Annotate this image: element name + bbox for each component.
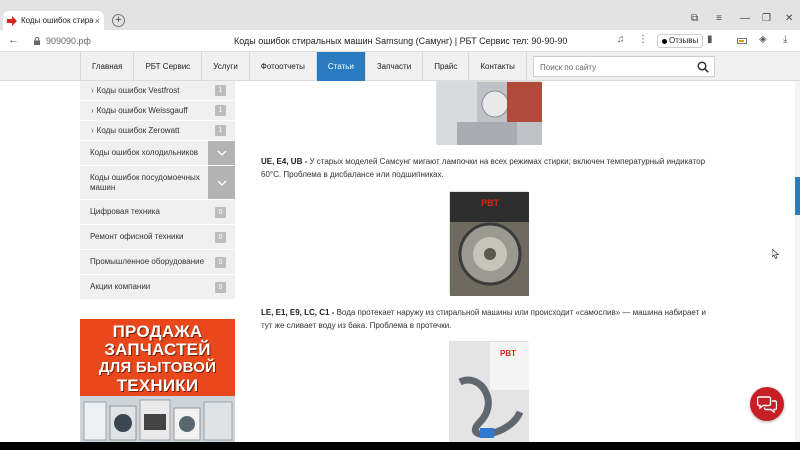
search-box: [533, 56, 715, 77]
favicon-icon: [7, 15, 17, 26]
mouse-cursor-icon: [772, 249, 779, 259]
banner-line: ДЛЯ БЫТОВОЙ: [98, 359, 217, 376]
sidebar-item-vestfrost[interactable]: Коды ошибок Vestfrost 1: [80, 81, 235, 101]
url-field[interactable]: 909090.рф: [46, 36, 91, 46]
count-badge: 0: [215, 206, 226, 218]
count-badge: 0: [215, 281, 226, 293]
parts-sale-banner[interactable]: ПРОДАЖА ЗАПЧАСТЕЙ ДЛЯ БЫТОВОЙ ТЕХНИКИ: [80, 319, 235, 442]
count-badge: 1: [215, 85, 226, 96]
site-navigation: Главная РБТ Сервис Услуги Фотоотчеты Ста…: [0, 52, 800, 81]
sidebar-item-label: Коды ошибок Zerowatt: [80, 126, 180, 135]
minimize-icon[interactable]: —: [740, 13, 750, 24]
nav-item-photo-reports[interactable]: Фотоотчеты: [248, 52, 316, 81]
page-scrollbar[interactable]: [795, 81, 800, 442]
chevron-down-icon: [217, 180, 226, 186]
headphones-icon[interactable]: ♫: [617, 34, 625, 45]
reviews-label: Отзывы: [669, 36, 699, 45]
banner-text: ПРОДАЖА ЗАПЧАСТЕЙ ДЛЯ БЫТОВОЙ ТЕХНИКИ: [80, 323, 235, 395]
sidebar-item-label: Коды ошибок Weissgauff: [80, 106, 188, 115]
svg-text:PBT: PBT: [481, 198, 500, 208]
nav-item-contacts[interactable]: Контакты: [468, 52, 527, 81]
tab-title: Коды ошибок стирал: [21, 16, 93, 25]
search-input[interactable]: [540, 60, 690, 74]
count-badge: 1: [215, 125, 226, 136]
back-icon[interactable]: ←: [8, 34, 19, 46]
tabs-overview-icon[interactable]: ⧉: [691, 13, 698, 24]
photo-drum-bearing-image: PBT: [450, 192, 529, 296]
nav-item-home[interactable]: Главная: [80, 52, 133, 81]
sidebar-item-label: Акции компании: [90, 282, 151, 291]
scrollbar-thumb[interactable]: [795, 177, 800, 215]
maximize-icon[interactable]: ❐: [762, 13, 771, 24]
sidebar-item-label: Промышленное оборудование: [90, 257, 205, 266]
sidebar: Коды ошибок Vestfrost 1 Коды ошибок Weis…: [80, 81, 235, 300]
sidebar-group-dishwashers[interactable]: Коды ошибок посудомоечных машин: [80, 166, 235, 200]
count-badge: 0: [215, 256, 226, 268]
nav-item-prices[interactable]: Прайс: [422, 52, 468, 81]
error-codes: UE, E4, UB -: [261, 157, 310, 166]
nav-item-rbt-service[interactable]: РБТ Сервис: [133, 52, 201, 81]
nav-item-parts[interactable]: Запчасти: [364, 52, 422, 81]
expand-toggle[interactable]: [208, 166, 235, 199]
battery-icon: [737, 38, 747, 44]
sidebar-item-promotions[interactable]: Акции компании 0: [80, 275, 235, 300]
sidebar-item-weissgauff[interactable]: Коды ошибок Weissgauff 1: [80, 101, 235, 121]
photo-drum-bearing: PBT: [449, 191, 529, 296]
extension-icon[interactable]: ◈: [759, 34, 767, 45]
nav-item-services[interactable]: Услуги: [201, 52, 249, 81]
sidebar-item-label: Коды ошибок посудомоечных машин: [90, 172, 200, 192]
page-title: Коды ошибок стиральных машин Samsung (Са…: [234, 36, 568, 46]
sidebar-item-digital[interactable]: Цифровая техника 0: [80, 200, 235, 225]
more-icon[interactable]: ⋮: [638, 34, 648, 45]
sidebar-item-industrial[interactable]: Промышленное оборудование 0: [80, 250, 235, 275]
sidebar-item-zerowatt[interactable]: Коды ошибок Zerowatt 1: [80, 121, 235, 141]
photo-drain-hose: PBT: [449, 341, 529, 442]
photo-washer-detail-image: [437, 82, 542, 145]
appliances-image: [80, 396, 235, 442]
reviews-dot-icon: [662, 38, 667, 44]
photo-drain-hose-image: PBT: [450, 342, 529, 442]
sidebar-item-label: Цифровая техника: [90, 207, 160, 216]
svg-text:PBT: PBT: [500, 349, 516, 358]
download-icon[interactable]: ⤓: [783, 34, 787, 45]
sidebar-item-label: Ремонт офисной техники: [90, 232, 184, 241]
nav-menu: Главная РБТ Сервис Услуги Фотоотчеты Ста…: [80, 52, 527, 81]
error-codes: LE, E1, E9, LC, C1 -: [261, 308, 337, 317]
sidebar-item-label: Коды ошибок холодильников: [90, 148, 199, 157]
tab-strip: Коды ошибок стирал × + ⧉ ≡ — ❐ ✕: [0, 0, 800, 30]
article-paragraph: LE, E1, E9, LC, C1 - Вода протекает нару…: [261, 306, 717, 332]
new-tab-button[interactable]: +: [112, 14, 125, 27]
sidebar-item-office[interactable]: Ремонт офисной техники 0: [80, 225, 235, 250]
chat-bubbles-icon: [757, 396, 777, 413]
sidebar-item-label: Коды ошибок Vestfrost: [80, 86, 180, 95]
banner-line: ТЕХНИКИ: [116, 376, 199, 395]
expand-toggle[interactable]: [208, 141, 235, 165]
count-badge: 1: [215, 105, 226, 116]
paragraph-text: У старых моделей Самсунг мигают лампочки…: [261, 157, 706, 179]
browser-tab[interactable]: Коды ошибок стирал ×: [3, 11, 104, 30]
count-badge: 0: [215, 231, 226, 243]
bookmark-icon[interactable]: ▮: [707, 34, 713, 45]
menu-icon[interactable]: ≡: [716, 13, 722, 24]
banner-line: ПРОДАЖА: [112, 322, 203, 341]
banner-line: ЗАПЧАСТЕЙ: [104, 340, 211, 359]
lock-icon: [34, 37, 40, 45]
nav-item-articles[interactable]: Статьи: [315, 52, 365, 81]
chevron-down-icon: [217, 150, 226, 156]
close-window-icon[interactable]: ✕: [785, 13, 793, 24]
search-icon[interactable]: [697, 61, 709, 73]
article-paragraph: UE, E4, UB - У старых моделей Самсунг ми…: [261, 155, 717, 181]
sidebar-group-fridges[interactable]: Коды ошибок холодильников: [80, 141, 235, 166]
browser-window: Коды ошибок стирал × + ⧉ ≡ — ❐ ✕ ← 90909…: [0, 0, 800, 442]
tab-close-icon[interactable]: ×: [95, 16, 100, 26]
photo-washer-detail: [436, 81, 542, 145]
reviews-button[interactable]: Отзывы: [657, 34, 704, 48]
address-bar: ← 909090.рф Коды ошибок стиральных машин…: [0, 30, 800, 52]
chat-button[interactable]: [750, 387, 784, 421]
